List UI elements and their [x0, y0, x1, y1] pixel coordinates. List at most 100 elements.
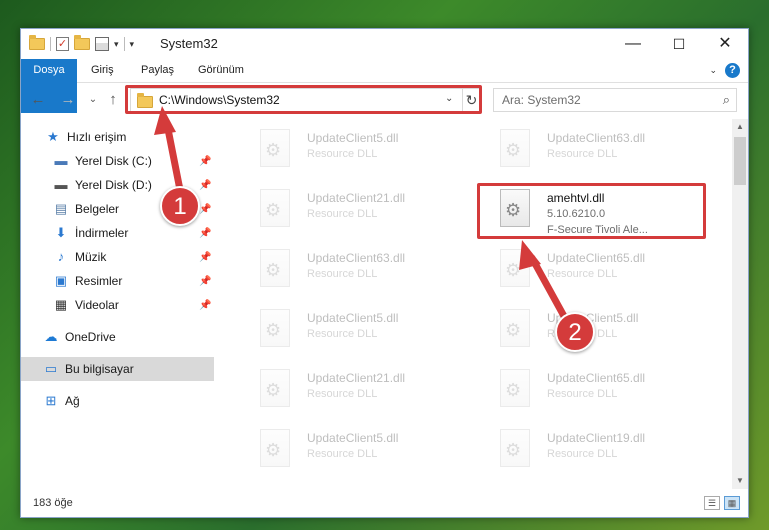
file-type: Resource DLL [307, 328, 378, 340]
pin-icon[interactable]: 📌 [199, 204, 211, 215]
gear-icon: ⚙ [265, 380, 282, 400]
tab-view[interactable]: Görünüm [188, 59, 254, 82]
search-icon[interactable]: ⌕ [723, 92, 730, 108]
sidebar-item-quick-access[interactable]: ★ Hızlı erişim [21, 125, 214, 149]
search-input[interactable]: Ara: System32 [502, 93, 581, 107]
view-properties-icon[interactable] [95, 37, 109, 51]
back-button[interactable]: ← [29, 91, 47, 109]
sidebar-item-label: Resimler [75, 274, 123, 288]
scroll-up-icon[interactable]: ▲ [732, 119, 748, 135]
downloads-icon: ⬇ [55, 225, 67, 240]
customize-toolbar-icon[interactable]: ▾ [130, 39, 135, 50]
dll-file-icon: ⚙ [260, 369, 290, 407]
toolbar-divider [123, 37, 125, 51]
address-highlight-box [125, 85, 482, 114]
list-item[interactable]: ⚙ UpdateClient5.dll Resource DLL [244, 125, 469, 179]
chevron-down-icon[interactable]: ▾ [114, 39, 119, 50]
folder-icon[interactable] [29, 35, 45, 50]
cloud-icon: ☁ [44, 329, 58, 344]
file-highlight-box [477, 183, 706, 239]
gear-icon: ⚙ [505, 140, 522, 160]
gear-icon: ⚙ [265, 200, 282, 220]
gear-icon: ⚙ [265, 320, 282, 340]
file-type: Resource DLL [547, 388, 618, 400]
file-list: ⚙ UpdateClient5.dll Resource DLL ⚙ Updat… [224, 119, 732, 489]
list-item[interactable]: ⚙ UpdateClient65.dll Resource DLL [484, 365, 709, 419]
file-name: UpdateClient5.dll [307, 431, 399, 445]
gear-icon: ⚙ [265, 140, 282, 160]
videos-icon: ▦ [54, 297, 68, 312]
sidebar-item-music[interactable]: ♪ Müzik 📌 [21, 245, 214, 269]
pin-icon[interactable]: 📌 [199, 276, 211, 287]
drive-icon: ▬ [54, 153, 68, 168]
file-name: UpdateClient5.dll [307, 311, 399, 325]
dll-file-icon: ⚙ [260, 129, 290, 167]
list-item[interactable]: ⚙ UpdateClient65.dll Resource DLL [484, 245, 709, 299]
tab-share[interactable]: Paylaş [131, 59, 184, 82]
list-item[interactable]: ⚙ UpdateClient5.dll Resource DLL [244, 305, 469, 359]
star-icon: ★ [47, 129, 59, 144]
pin-icon[interactable]: 📌 [199, 252, 211, 263]
sidebar-item-pictures[interactable]: ▣ Resimler 📌 [21, 269, 214, 293]
sidebar-item-label: Yerel Disk (D:) [75, 178, 152, 192]
file-type: Resource DLL [307, 148, 378, 160]
file-type: Resource DLL [547, 148, 618, 160]
sidebar-item-this-pc[interactable]: ▭ Bu bilgisayar [21, 357, 214, 381]
up-button[interactable]: ↑ [104, 91, 122, 109]
drive-icon: ▬ [54, 177, 68, 192]
dll-file-icon: ⚙ [500, 429, 530, 467]
step-2-badge: 2 [555, 312, 595, 352]
new-folder-icon[interactable] [74, 35, 90, 50]
sidebar-item-network[interactable]: ⊞ Ağ [21, 389, 214, 413]
help-icon[interactable]: ? [725, 63, 740, 78]
pin-icon[interactable]: 📌 [199, 180, 211, 191]
scroll-thumb[interactable] [734, 137, 746, 185]
sidebar-item-label: İndirmeler [75, 226, 129, 240]
navigation-pane: ★ Hızlı erişim ▬ Yerel Disk (C:) 📌 ▬ Yer… [21, 121, 214, 483]
tab-home[interactable]: Giriş [81, 59, 124, 82]
sidebar-item-drive-c[interactable]: ▬ Yerel Disk (C:) 📌 [21, 149, 214, 173]
gear-icon: ⚙ [505, 440, 522, 460]
maximize-button[interactable]: ☐ [656, 29, 702, 59]
dll-file-icon: ⚙ [260, 309, 290, 347]
close-button[interactable]: ✕ [702, 29, 748, 59]
status-bar: 183 öğe ☰ ▦ [21, 491, 748, 517]
sidebar-item-label: Müzik [75, 250, 107, 264]
details-view-icon[interactable]: ☰ [704, 496, 720, 510]
properties-check-icon[interactable]: ✓ [56, 37, 69, 51]
list-item[interactable]: ⚙ UpdateClient63.dll Resource DLL [244, 245, 469, 299]
list-item[interactable]: ⚙ UpdateClient5.dll Resource DLL [484, 305, 709, 359]
dll-file-icon: ⚙ [260, 249, 290, 287]
dll-file-icon: ⚙ [500, 309, 530, 347]
search-box[interactable]: Ara: System32 ⌕ [493, 88, 737, 112]
sidebar-item-label: Yerel Disk (C:) [75, 154, 152, 168]
list-item[interactable]: ⚙ UpdateClient21.dll Resource DLL [244, 185, 469, 239]
sidebar-item-onedrive[interactable]: ☁ OneDrive [21, 325, 214, 349]
sidebar-item-label: Hızlı erişim [67, 130, 127, 144]
sidebar-item-label: OneDrive [65, 330, 116, 344]
pin-icon[interactable]: 📌 [199, 156, 211, 167]
recent-locations-button[interactable]: ⌄ [84, 91, 102, 109]
sidebar-item-videos[interactable]: ▦ Videolar 📌 [21, 293, 214, 317]
pin-icon[interactable]: 📌 [199, 228, 211, 239]
scroll-down-icon[interactable]: ▼ [732, 473, 748, 489]
file-type: Resource DLL [547, 268, 618, 280]
file-name: UpdateClient65.dll [547, 371, 646, 385]
file-type: Resource DLL [307, 448, 378, 460]
file-name: UpdateClient65.dll [547, 251, 646, 265]
expand-ribbon-icon[interactable]: ⌄ [709, 65, 717, 76]
list-item[interactable]: ⚙ UpdateClient5.dll Resource DLL [244, 425, 469, 479]
pictures-icon: ▣ [54, 273, 68, 288]
forward-button[interactable]: → [59, 91, 77, 109]
view-switcher: ☰ ▦ [704, 496, 740, 510]
list-item[interactable]: ⚙ UpdateClient19.dll Resource DLL [484, 425, 709, 479]
sidebar-item-label: Bu bilgisayar [65, 362, 134, 376]
tiles-view-icon[interactable]: ▦ [724, 496, 740, 510]
vertical-scrollbar[interactable]: ▲ ▼ [732, 119, 748, 489]
pin-icon[interactable]: 📌 [199, 300, 211, 311]
list-item[interactable]: ⚙ UpdateClient21.dll Resource DLL [244, 365, 469, 419]
navigation-bar: ← → ⌄ ↑ C:\Windows\System32 ⌄ ↻ Ara: Sys… [21, 85, 748, 115]
minimize-button[interactable]: — [610, 29, 656, 59]
file-name: UpdateClient63.dll [547, 131, 646, 145]
list-item[interactable]: ⚙ UpdateClient63.dll Resource DLL [484, 125, 709, 179]
